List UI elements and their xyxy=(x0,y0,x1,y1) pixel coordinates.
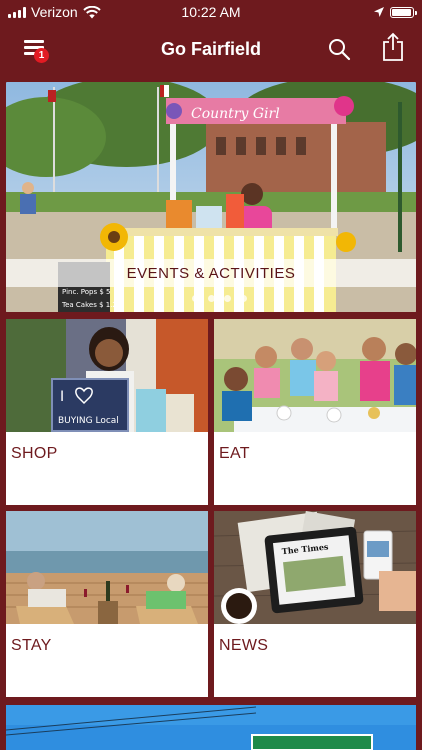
carousel-dot[interactable] xyxy=(191,295,199,302)
wifi-icon xyxy=(83,5,101,18)
page-title: Go Fairfield xyxy=(160,38,261,59)
stay-tile[interactable]: STAY xyxy=(6,511,208,697)
signal-icon xyxy=(8,6,26,18)
news-label: NEWS xyxy=(219,637,269,654)
share-icon[interactable] xyxy=(381,32,405,62)
buying-local-sign-top: I xyxy=(60,389,64,405)
menu-button[interactable]: 1 xyxy=(24,40,49,63)
stand-sign-text: Country Girl xyxy=(191,106,280,122)
news-tile[interactable]: The Times NEWS xyxy=(214,511,416,697)
eat-photo xyxy=(214,319,416,432)
next-card[interactable] xyxy=(6,705,416,750)
shop-label: SHOP xyxy=(11,445,58,462)
shop-photo: I BUYING Local xyxy=(6,319,208,432)
search-icon[interactable] xyxy=(327,37,351,61)
menu-icon xyxy=(24,40,44,43)
status-bar: Verizon 10:22 AM xyxy=(0,0,422,24)
carousel-dot[interactable] xyxy=(239,295,247,302)
next-card-photo xyxy=(6,705,416,750)
nav-bar: 1 Go Fairfield xyxy=(0,24,422,74)
news-photo: The Times xyxy=(214,511,416,624)
stay-label: STAY xyxy=(11,637,52,654)
events-activities-card[interactable]: Country Girl Pinc. Pops $ 5 Tea Cakes $ … xyxy=(6,82,416,312)
notification-badge: 1 xyxy=(34,48,49,63)
shop-tile[interactable]: I BUYING Local SHOP xyxy=(6,319,208,505)
stay-photo xyxy=(6,511,208,624)
location-arrow-icon xyxy=(374,7,384,17)
eat-tile[interactable]: EAT xyxy=(214,319,416,505)
carousel-dot[interactable] xyxy=(223,295,231,302)
carousel-dot[interactable] xyxy=(175,295,183,302)
battery-icon xyxy=(390,6,417,18)
buying-local-sign-bottom: BUYING Local xyxy=(58,416,119,426)
carrier-name: Verizon xyxy=(31,4,78,20)
eat-label: EAT xyxy=(219,445,250,462)
carousel-dot[interactable] xyxy=(207,295,215,302)
events-activities-label: EVENTS & ACTIVITIES xyxy=(6,259,416,287)
menu-board-line-2: Tea Cakes $ 1.25 xyxy=(61,301,121,309)
carousel-dots[interactable] xyxy=(6,295,416,302)
